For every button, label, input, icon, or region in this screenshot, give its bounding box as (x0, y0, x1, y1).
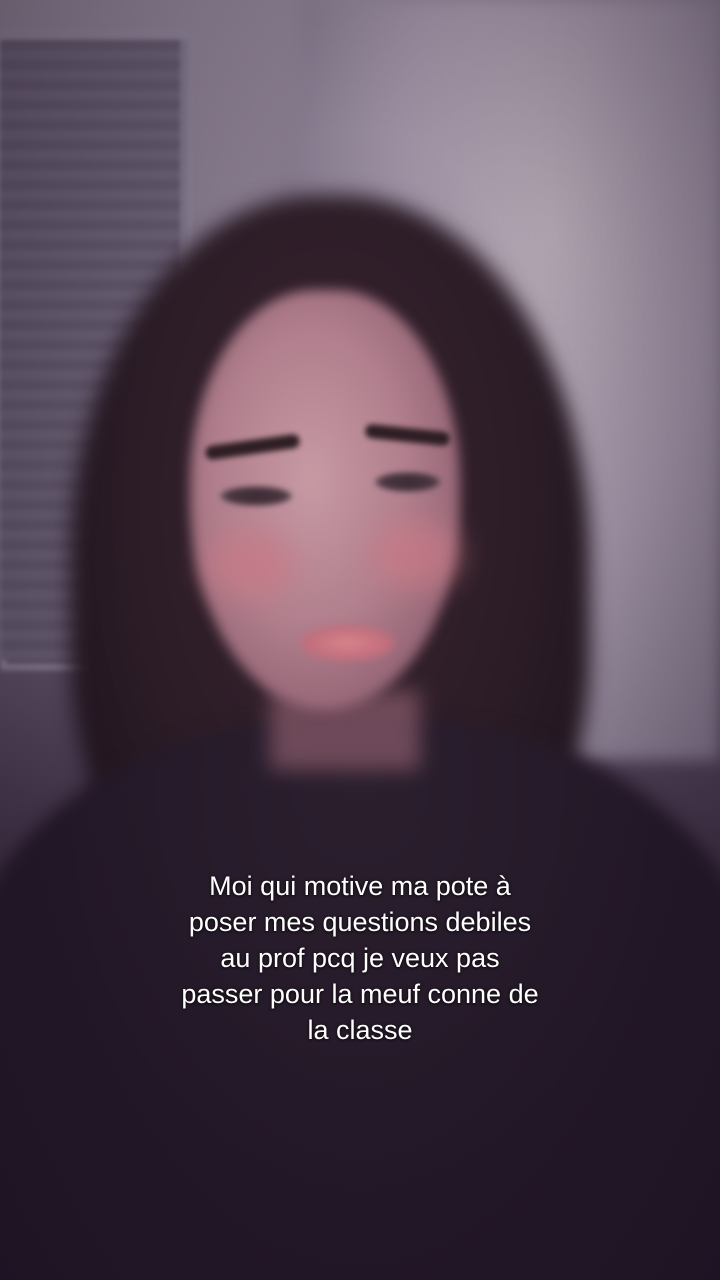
vignette-overlay (0, 0, 720, 1280)
caption-line: passer pour la meuf conne de (181, 979, 539, 1009)
caption-line: poser mes questions debiles (188, 907, 532, 937)
caption-line: la classe (307, 1015, 413, 1045)
caption-line: au prof pcq je veux pas (220, 943, 500, 973)
video-frame: Moi qui motive ma pote à poser mes quest… (0, 0, 720, 1280)
caption-overlay: Moi qui motive ma pote à poser mes quest… (120, 868, 600, 1048)
caption-line: Moi qui motive ma pote à (209, 871, 511, 901)
